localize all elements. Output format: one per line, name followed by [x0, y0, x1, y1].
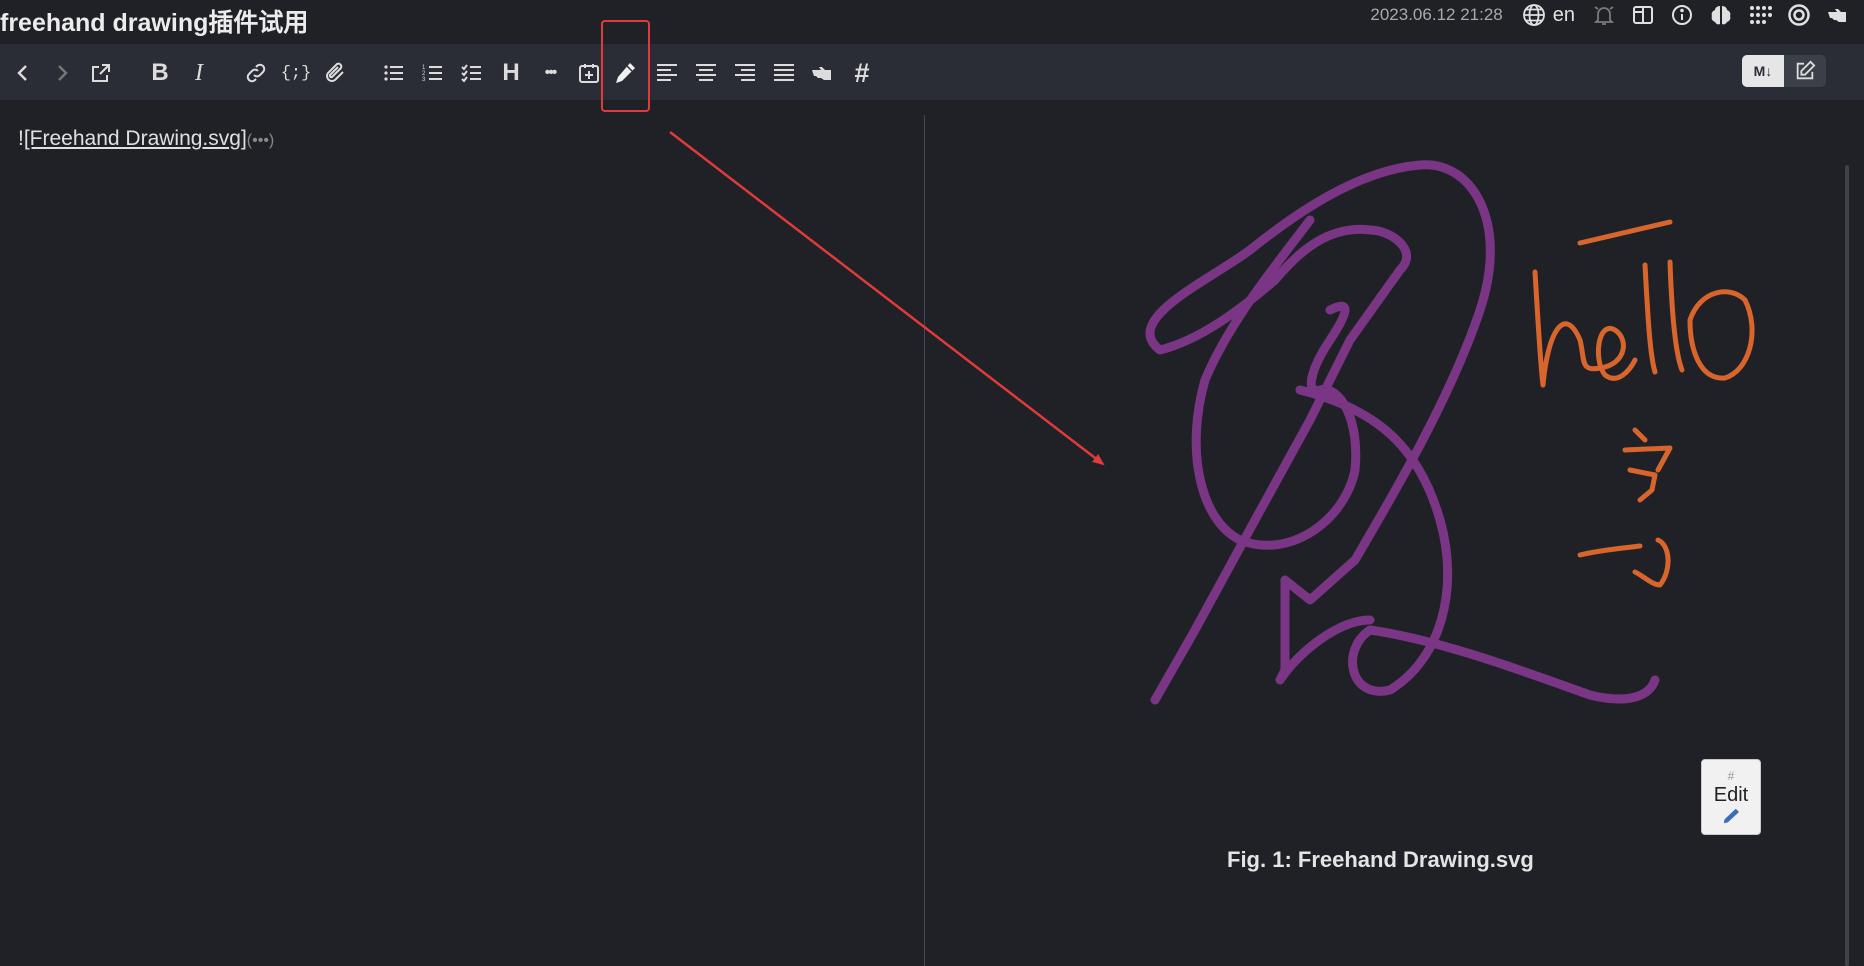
- edit-hash: #: [1727, 769, 1735, 783]
- forward-icon[interactable]: [47, 58, 77, 88]
- globe-icon: [1521, 2, 1547, 28]
- markdown-mode-label: M↓: [1753, 63, 1773, 79]
- figure-caption: Fig. 1: Freehand Drawing.svg: [1227, 847, 1534, 872]
- align-justify-icon[interactable]: [769, 58, 799, 88]
- tag-button[interactable]: #: [847, 58, 877, 88]
- align-center-icon[interactable]: [691, 58, 721, 88]
- orange-stroke-bar: [1577, 219, 1673, 246]
- insert-date-icon[interactable]: [574, 58, 604, 88]
- orange-stroke-character: [1577, 427, 1673, 588]
- preview-pane: # Edit Fig. 1: Freehand Drawing.svg: [925, 100, 1864, 966]
- page-title: freehand drawing插件试用: [0, 9, 309, 37]
- orange-stroke-hello: [1532, 259, 1755, 388]
- collapsed-url[interactable]: (•••): [247, 132, 274, 149]
- markdown-editor[interactable]: ![Freehand Drawing.svg](•••): [0, 100, 924, 966]
- open-external-icon[interactable]: [86, 58, 116, 88]
- preview-scrollbar[interactable]: [1845, 165, 1849, 966]
- edit-label: Edit: [1713, 784, 1749, 806]
- info-icon[interactable]: [1669, 2, 1695, 28]
- view-mode-toggle: M↓: [1742, 55, 1826, 87]
- heading-button[interactable]: H: [496, 58, 526, 88]
- edit-pencil-icon: [1794, 60, 1816, 82]
- edit-mode-button[interactable]: [1784, 55, 1826, 87]
- svg-text:3: 3: [422, 77, 426, 83]
- bold-button[interactable]: B: [145, 58, 175, 88]
- align-right-icon[interactable]: [730, 58, 760, 88]
- image-link-text[interactable]: [Freehand Drawing.svg]: [24, 127, 247, 150]
- italic-button[interactable]: I: [184, 58, 214, 88]
- code-block-button[interactable]: {;}: [281, 58, 312, 88]
- brain-icon[interactable]: [1708, 2, 1734, 28]
- split-view-icon[interactable]: [1630, 2, 1656, 28]
- horizontal-rule-button[interactable]: •••: [535, 58, 565, 88]
- task-list-icon[interactable]: [457, 58, 487, 88]
- drawing-edit-button[interactable]: # Edit: [1701, 759, 1761, 835]
- freehand-drawing: [1145, 160, 1755, 705]
- edit-pen-icon: [1721, 808, 1741, 824]
- timestamp: 2023.06.12 21:28: [1370, 5, 1503, 24]
- status-area: 2023.06.12 21:28 en: [1370, 0, 1864, 30]
- align-left-icon[interactable]: [652, 58, 682, 88]
- markdown-mode-button[interactable]: M↓: [1742, 55, 1784, 87]
- highlight-freehand-button: [601, 20, 650, 112]
- pointing-hand-tool-icon[interactable]: [808, 58, 838, 88]
- bell-icon[interactable]: [1591, 2, 1617, 28]
- language-switcher[interactable]: en: [1521, 2, 1575, 28]
- link-icon[interactable]: [241, 58, 271, 88]
- bullet-list-icon[interactable]: [379, 58, 409, 88]
- language-label: en: [1552, 3, 1575, 26]
- numbered-list-icon[interactable]: 123: [418, 58, 448, 88]
- attachment-icon[interactable]: [320, 58, 350, 88]
- pointing-hand-icon[interactable]: [1825, 2, 1851, 28]
- target-icon[interactable]: [1786, 2, 1812, 28]
- title-bar: freehand drawing插件试用 2023.06.12 21:28 en: [0, 0, 1864, 44]
- editor-toolbar: B I {;} 123 H ••• #: [0, 44, 1864, 100]
- grid-dots-icon[interactable]: [1747, 2, 1773, 28]
- markdown-image-line[interactable]: ![Freehand Drawing.svg](•••): [18, 127, 274, 151]
- back-icon[interactable]: [8, 58, 38, 88]
